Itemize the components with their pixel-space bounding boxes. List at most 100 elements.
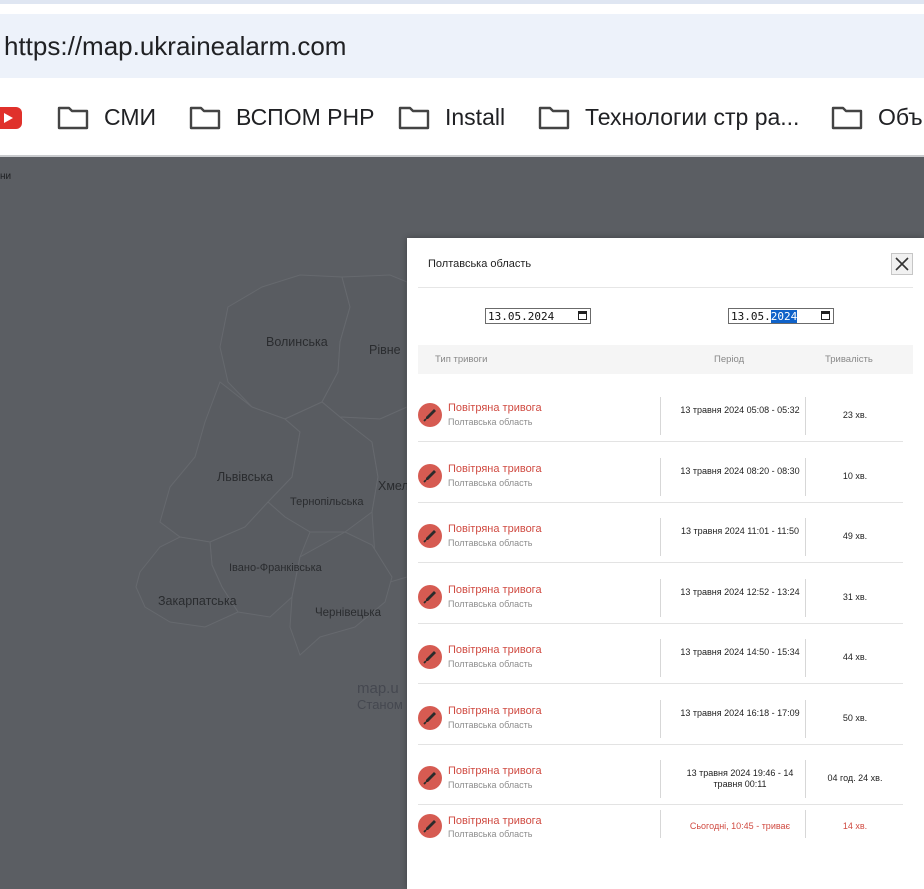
bookmark-smi[interactable]: СМИ <box>56 88 156 146</box>
column-divider <box>805 518 806 556</box>
url-text[interactable]: https://map.ukrainealarm.com <box>4 14 346 78</box>
alert-period: 13 травня 2024 16:18 - 17:09 <box>680 708 800 718</box>
column-divider <box>660 397 661 435</box>
youtube-icon[interactable] <box>0 107 22 129</box>
region-label-ivano-frankivska: Івано-Франківська <box>229 562 322 574</box>
alert-duration: 49 хв. <box>842 531 868 541</box>
rocket-icon <box>418 403 442 427</box>
alert-region: Полтавська область <box>448 659 533 669</box>
bookmark-label: Объ <box>878 103 923 130</box>
column-divider <box>805 579 806 617</box>
bookmark-label: Технологии стр ра... <box>585 103 800 130</box>
address-bar[interactable]: https://map.ukrainealarm.com <box>0 14 924 78</box>
alert-duration: 50 хв. <box>842 713 868 723</box>
alert-region: Полтавська область <box>448 538 533 548</box>
alert-type[interactable]: Повітряна тривога <box>448 815 542 827</box>
region-label-ternopilska: Тернопільська <box>290 496 364 508</box>
modal-title: Полтавська область <box>428 258 532 270</box>
region-label-zakarpatska: Закарпатська <box>158 594 237 608</box>
region-label-chernivetska: Чернівецька <box>315 607 381 619</box>
alert-type[interactable]: Повітряна тривога <box>448 463 542 475</box>
alert-type[interactable]: Повітряна тривога <box>448 705 542 717</box>
date-from-month: 05 <box>507 310 522 323</box>
map-corner-label: ни <box>0 171 12 182</box>
alert-duration: 10 хв. <box>842 471 868 481</box>
alert-period: Сьогодні, 10:45 - триває <box>689 821 791 831</box>
calendar-icon[interactable] <box>578 311 587 320</box>
folder-icon <box>538 106 570 130</box>
rocket-icon <box>418 706 442 730</box>
rocket-glyph <box>423 530 436 543</box>
rocket-glyph <box>423 712 436 725</box>
bookmark-label: Install <box>445 103 506 130</box>
bookmarks-bar: СМИ ВСПОМ PHP Install Технологии стр ра.… <box>0 88 924 154</box>
column-duration: Тривалість <box>825 354 873 365</box>
date-from-day: 13 <box>488 310 502 323</box>
table-row[interactable]: Повітряна тривога Полтавська область Сього… <box>418 802 903 862</box>
column-divider <box>660 760 661 798</box>
column-divider <box>660 810 661 838</box>
alert-type[interactable]: Повітряна тривога <box>448 402 542 414</box>
bookmark-install[interactable]: Install <box>397 88 505 146</box>
bookmark-obj[interactable]: Объ <box>830 88 923 146</box>
column-divider <box>805 700 806 738</box>
row-divider <box>418 562 903 563</box>
rocket-glyph <box>423 409 436 422</box>
alarm-history-modal: Полтавська область 13.05.2024 13.05.2024… <box>407 238 924 889</box>
table-row[interactable]: Повітряна тривога Полтавська область 13 тр… <box>418 685 903 745</box>
alert-period: 13 травня 2024 08:20 - 08:30 <box>680 466 800 476</box>
watermark-title: map.u <box>357 680 399 697</box>
alert-duration: 31 хв. <box>842 592 868 602</box>
alert-duration: 44 хв. <box>842 652 868 662</box>
calendar-icon[interactable] <box>821 311 830 320</box>
folder-icon <box>831 106 863 130</box>
alert-period: 13 травня 2024 11:01 - 11:50 <box>681 526 799 536</box>
date-to-day: 13 <box>731 310 745 323</box>
alert-duration: 23 хв. <box>842 410 868 420</box>
column-divider <box>805 760 806 798</box>
table-row[interactable]: Повітряна тривога Полтавська область 13 тр… <box>418 382 903 442</box>
date-from-year: 2024 <box>527 310 555 323</box>
alert-region: Полтавська область <box>448 780 533 790</box>
bookmark-vspom-php[interactable]: ВСПОМ PHP <box>188 88 374 146</box>
alert-type[interactable]: Повітряна тривога <box>448 644 542 656</box>
close-icon <box>895 257 909 271</box>
column-period: Період <box>714 354 745 365</box>
table-row[interactable]: Повітряна тривога Полтавська область 13 тр… <box>418 503 903 563</box>
alert-type[interactable]: Повітряна тривога <box>448 523 542 535</box>
bookmark-tehnologii[interactable]: Технологии стр ра... <box>537 88 799 146</box>
date-to-month: 05 <box>750 310 765 323</box>
watermark-subtitle: Станом <box>357 697 403 712</box>
folder-icon <box>57 106 89 130</box>
region-label-volynska: Волинська <box>266 335 328 349</box>
table-row[interactable]: Повітряна тривога Полтавська область 13 тр… <box>418 745 903 805</box>
header-divider <box>418 287 913 288</box>
date-to-input[interactable]: 13.05.2024 <box>728 308 834 324</box>
browser-top-strip <box>0 0 924 4</box>
alert-type[interactable]: Повітряна тривога <box>448 765 542 777</box>
column-divider <box>660 700 661 738</box>
column-divider <box>805 810 806 838</box>
rocket-icon <box>418 766 442 790</box>
rocket-icon <box>418 814 442 838</box>
row-divider <box>418 441 903 442</box>
region-label-khmelnytska: Хмел <box>378 479 409 493</box>
column-divider <box>660 518 661 556</box>
rocket-icon <box>418 524 442 548</box>
table-header: Тип тривоги Період Тривалість <box>418 345 913 374</box>
column-divider <box>660 579 661 617</box>
rocket-glyph <box>423 651 436 664</box>
folder-icon <box>189 106 221 130</box>
table-row[interactable]: Повітряна тривога Полтавська область 13 тр… <box>418 564 903 624</box>
close-button[interactable] <box>891 253 913 275</box>
table-row[interactable]: Повітряна тривога Полтавська область 13 тр… <box>418 624 903 684</box>
column-divider <box>805 639 806 677</box>
alert-type[interactable]: Повітряна тривога <box>448 584 542 596</box>
rocket-glyph <box>423 470 436 483</box>
rocket-icon <box>418 645 442 669</box>
table-row[interactable]: Повітряна тривога Полтавська область 13 тр… <box>418 443 903 503</box>
date-from-input[interactable]: 13.05.2024 <box>485 308 591 324</box>
region-label-rivnenska: Рівне <box>369 343 401 357</box>
rocket-glyph <box>423 591 436 604</box>
alert-region: Полтавська область <box>448 417 533 427</box>
